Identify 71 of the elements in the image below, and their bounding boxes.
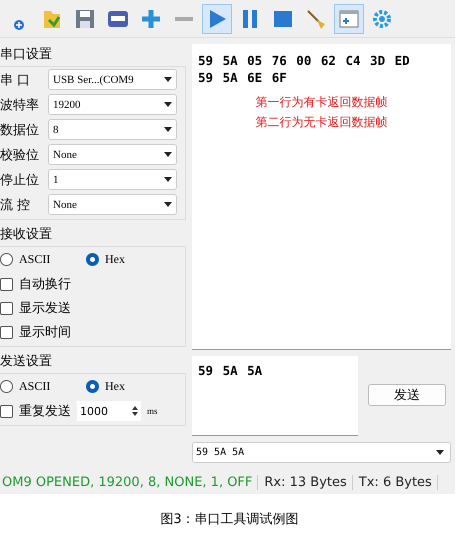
radio-label: Hex	[105, 379, 125, 394]
checkbox[interactable]	[0, 404, 13, 418]
plus-icon	[140, 8, 162, 30]
spin-arrows-icon	[132, 406, 138, 416]
rx-count: Rx: 13 Bytes	[264, 474, 353, 490]
dropdown-value: 19200	[53, 98, 80, 110]
caret-icon	[164, 77, 172, 82]
caret-icon	[164, 202, 172, 207]
dropdown-value: USB Ser...(COM9	[53, 74, 134, 86]
checkbox[interactable]	[0, 278, 13, 290]
caret-icon	[164, 177, 172, 182]
receive-area[interactable]: 59 5A 05 76 00 62 C4 3D ED 59 5A 6E 6F 第一行为有卡返回数据帧 第二行为无卡返回数据帧	[192, 44, 451, 350]
caret-icon	[164, 127, 172, 132]
dropdown[interactable]: None	[48, 144, 177, 165]
hex-line: 59 5A 5A	[198, 362, 264, 379]
dropdown-value: None	[53, 198, 77, 210]
figure-caption: 图3：串口工具调试例图	[160, 510, 299, 528]
dropdown-value: 8	[53, 124, 58, 136]
status-text: OM9 OPENED, 19200, 8, NONE, 1, OFF	[2, 474, 258, 490]
group-title: 接收设置	[0, 226, 53, 244]
dropdown-value: 1	[53, 174, 58, 186]
annotation-text: 第一行为有卡返回数据帧	[254, 94, 388, 111]
checkbox-label: 自动换行	[19, 276, 71, 293]
field-label: 串 口	[0, 72, 32, 88]
dropdown[interactable]: USB Ser...(COM9	[48, 69, 177, 90]
radio-label: ASCII	[19, 379, 50, 394]
field-label: 数据位	[0, 122, 40, 138]
field-label: 波特率	[0, 96, 40, 114]
group-title: 发送设置	[0, 353, 53, 371]
dropdown-value: 59 5A 5A	[196, 447, 244, 458]
minus-icon	[175, 16, 193, 20]
dropdown[interactable]: 8	[48, 119, 177, 140]
caret-icon	[436, 450, 444, 455]
spin-value: 1000	[80, 404, 108, 418]
spin-field[interactable]: 1000	[77, 401, 141, 421]
hex-line: 59 5A 6E 6F	[198, 69, 288, 86]
dropdown-value: None	[53, 148, 77, 160]
dropdown[interactable]: 19200	[48, 94, 177, 115]
dropdown[interactable]: None	[48, 194, 177, 215]
send-button[interactable]: 发送	[368, 384, 446, 406]
checkbox[interactable]	[0, 302, 13, 314]
field-label: 流 控	[0, 196, 32, 214]
save-icon	[74, 8, 96, 30]
dropdown[interactable]: 1	[48, 169, 177, 190]
tx-count: Tx: 6 Bytes	[358, 474, 438, 490]
settings-icon	[371, 8, 393, 30]
field-label: 停止位	[0, 172, 40, 188]
add-circle-icon	[14, 20, 24, 30]
send-input[interactable]: 59 5A 5A	[192, 356, 358, 436]
hex-line: 59 5A 05 76 00 62 C4 3D ED	[198, 52, 411, 69]
toolbar-button[interactable]	[202, 4, 232, 34]
group-title: 串口设置	[0, 46, 53, 64]
toolbar-button[interactable]	[334, 4, 364, 34]
annotation-text: 第二行为无卡返回数据帧	[254, 114, 388, 131]
radio-button[interactable]	[86, 380, 99, 393]
radio-button[interactable]	[0, 253, 13, 266]
caret-icon	[164, 102, 172, 107]
checkbox[interactable]	[0, 326, 13, 338]
checkbox-label: 重复发送	[19, 403, 71, 420]
unit-label: ms	[147, 406, 158, 416]
broom-icon	[305, 8, 327, 30]
radio-button[interactable]	[86, 253, 99, 266]
caret-icon	[164, 152, 172, 157]
history-dropdown[interactable]: 59 5A 5A	[192, 442, 451, 463]
radio-button[interactable]	[0, 380, 13, 393]
radio-label: Hex	[105, 252, 125, 267]
radio-label: ASCII	[19, 252, 50, 267]
field-label: 校验位	[0, 146, 40, 164]
window-icon	[338, 8, 360, 30]
checkbox-label: 显示时间	[19, 324, 71, 341]
checkbox-label: 显示发送	[19, 300, 71, 317]
